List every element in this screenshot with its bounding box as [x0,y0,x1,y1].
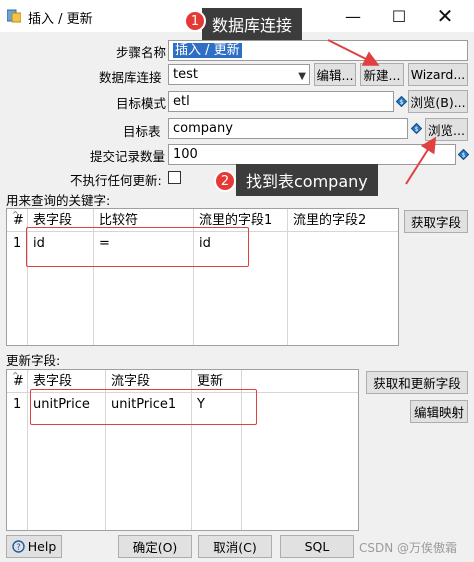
callout-db-connection: 数据库连接 [202,8,303,40]
step-badge-1: 1 [184,10,206,32]
annotation-arrows [327,39,437,185]
step-badge-2: 2 [214,170,236,192]
callout-find-table: 找到表company [236,164,378,196]
